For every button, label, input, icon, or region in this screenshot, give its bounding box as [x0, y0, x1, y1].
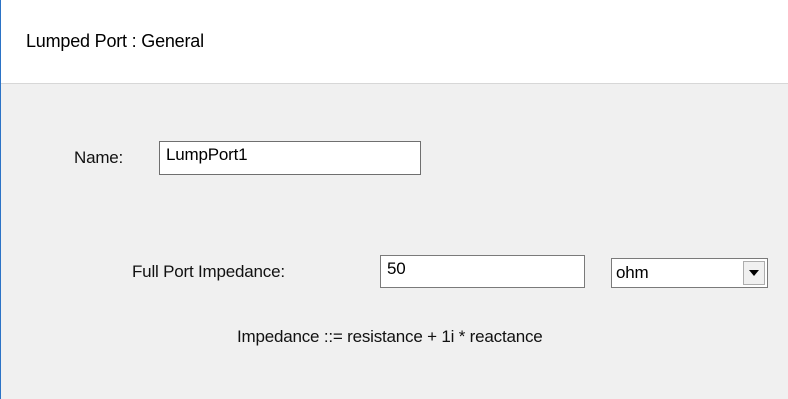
lumped-port-dialog: Lumped Port : General Name: LumpPort1 Fu…	[0, 0, 788, 399]
page-header: Lumped Port : General	[1, 0, 788, 84]
selected-unit: ohm	[616, 263, 649, 282]
dropdown-button[interactable]	[743, 261, 765, 285]
chevron-down-icon	[749, 270, 759, 276]
page-title: Lumped Port : General	[26, 31, 204, 51]
impedance-unit-select[interactable]: ohm	[611, 258, 768, 288]
name-field[interactable]: LumpPort1	[159, 141, 421, 175]
impedance-value-field[interactable]: 50	[380, 255, 585, 288]
impedance-format-hint: Impedance ::= resistance + 1i * reactanc…	[237, 327, 543, 346]
full-port-impedance-label: Full Port Impedance:	[132, 262, 285, 281]
name-label: Name:	[74, 148, 124, 167]
